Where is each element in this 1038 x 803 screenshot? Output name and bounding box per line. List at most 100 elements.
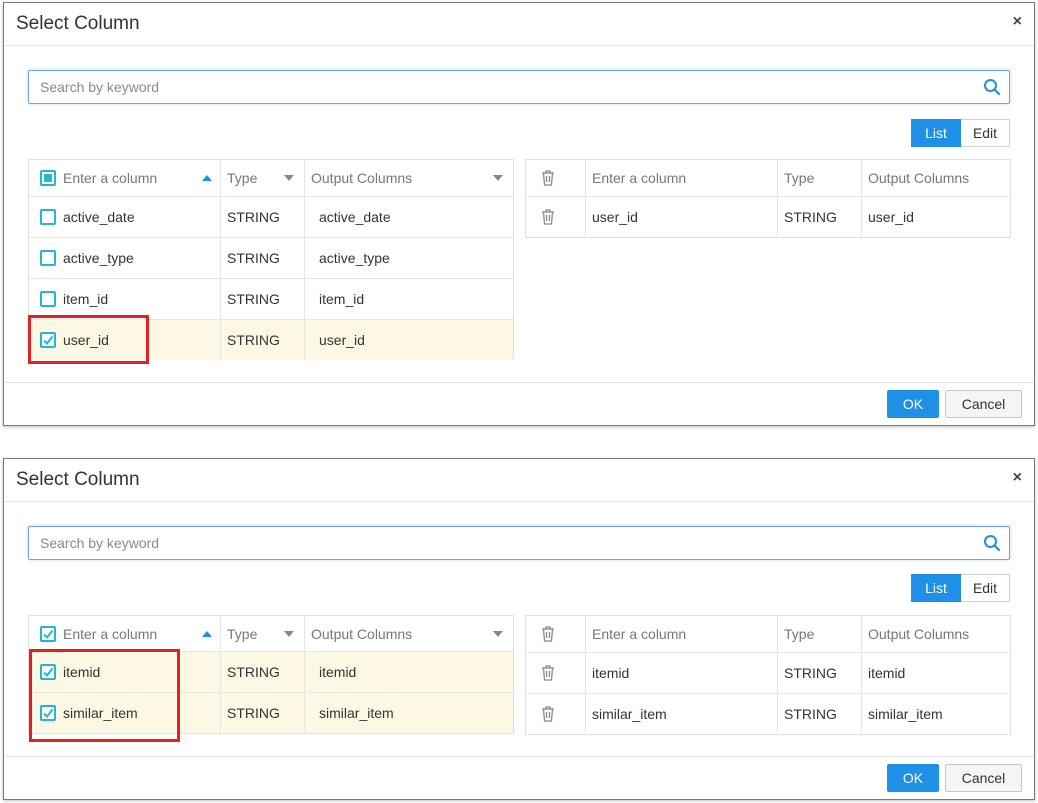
selected-columns-grid: Enter a column Type Output Columns itemi… [525, 615, 1011, 735]
output-header-label: Output Columns [868, 170, 970, 186]
column-type-cell: STRING [221, 652, 305, 692]
output-column-cell: active_type [319, 250, 390, 266]
type-filter-dropdown-icon[interactable] [284, 175, 294, 181]
row-checkbox-checked[interactable] [40, 664, 56, 680]
sort-ascending-icon[interactable] [202, 175, 212, 181]
column-type-cell: STRING [778, 197, 862, 237]
view-toggle: List Edit [911, 119, 1010, 147]
checkmark-icon [43, 708, 54, 719]
dialog-footer: OK Cancel [4, 382, 1034, 425]
close-icon[interactable]: × [1013, 469, 1022, 487]
search-box [28, 70, 1010, 104]
type-header-label: Type [778, 616, 862, 652]
column-type-cell: STRING [221, 197, 305, 237]
output-filter-dropdown-icon[interactable] [493, 175, 503, 181]
output-header-cell[interactable]: Output Columns [305, 160, 513, 196]
list-view-button[interactable]: List [911, 119, 961, 147]
column-header-label: Enter a column [586, 160, 778, 196]
column-header-label: Enter a column [63, 625, 158, 642]
trash-icon[interactable] [540, 169, 556, 187]
row-checkbox-checked[interactable] [40, 705, 56, 721]
type-filter-dropdown-icon[interactable] [284, 630, 294, 637]
grid-header: Enter a column Type Output Columns [29, 160, 513, 197]
type-header-cell[interactable]: Type [221, 160, 305, 196]
cancel-button[interactable]: Cancel [945, 390, 1022, 418]
cancel-button[interactable]: Cancel [945, 764, 1022, 792]
selected-columns-grid: Enter a column Type Output Columns user_… [525, 159, 1011, 238]
table-row-selected[interactable]: user_id STRING user_id [29, 320, 513, 360]
output-filter-dropdown-icon[interactable] [493, 630, 503, 637]
column-header-cell[interactable]: Enter a column [29, 616, 221, 651]
trash-icon[interactable] [540, 664, 556, 682]
column-type-cell: STRING [778, 653, 862, 693]
dialog-title: Select Column [16, 13, 140, 34]
column-type-cell: STRING [221, 279, 305, 319]
delete-all-header-cell [526, 616, 586, 652]
column-name-cell: user_id [29, 320, 221, 360]
table-row-selected[interactable]: similar_item STRING similar_item [29, 693, 513, 733]
trash-icon[interactable] [540, 208, 556, 226]
table-row: similar_item STRING similar_item [526, 694, 1010, 734]
table-row-selected[interactable]: itemid STRING itemid [29, 652, 513, 693]
dialog-title: Select Column [16, 469, 140, 490]
row-checkbox[interactable] [40, 209, 56, 225]
list-view-button[interactable]: List [911, 574, 961, 602]
column-name: active_date [63, 209, 135, 225]
search-input[interactable] [29, 71, 1009, 103]
column-type-cell: STRING [221, 693, 305, 733]
checkmark-icon [43, 335, 54, 346]
table-row: user_id STRING user_id [526, 197, 1010, 237]
type-header-cell[interactable]: Type [221, 616, 305, 651]
column-name-cell: active_type [29, 238, 221, 278]
delete-cell [526, 694, 586, 734]
column-name-cell: similar_item [586, 694, 778, 734]
output-column-cell: user_id [868, 209, 914, 225]
ok-button[interactable]: OK [887, 390, 939, 418]
search-icon[interactable] [983, 78, 1001, 96]
search-input[interactable] [29, 527, 1009, 559]
output-header-cell[interactable]: Output Columns [305, 616, 513, 651]
checkmark-icon [43, 667, 54, 678]
output-column-cell: similar_item [868, 706, 943, 722]
column-type-cell: STRING [778, 694, 862, 734]
column-name-cell: similar_item [29, 693, 221, 733]
row-checkbox[interactable] [40, 250, 56, 266]
column-name-cell: active_date [29, 197, 221, 237]
row-checkbox[interactable] [40, 291, 56, 307]
column-name-cell: user_id [586, 197, 778, 237]
search-icon[interactable] [983, 534, 1001, 552]
grid-header: Enter a column Type Output Columns [29, 616, 513, 652]
output-column-cell: itemid [319, 664, 357, 680]
type-header-label: Type [778, 160, 862, 196]
output-header-label: Output Columns [311, 625, 413, 642]
output-header-label: Output Columns [311, 170, 413, 186]
table-row: itemid STRING itemid [526, 653, 1010, 694]
table-row[interactable]: item_id STRING item_id [29, 279, 513, 320]
ok-button[interactable]: OK [887, 764, 939, 792]
column-header-label: Enter a column [586, 616, 778, 652]
column-type-cell: STRING [221, 238, 305, 278]
edit-view-button[interactable]: Edit [961, 574, 1010, 602]
edit-view-button[interactable]: Edit [961, 119, 1010, 147]
column-header-cell[interactable]: Enter a column [29, 160, 221, 196]
dialog-header: Select Column × [4, 459, 1034, 502]
select-all-checkbox-checked[interactable] [40, 625, 56, 642]
delete-all-header-cell [526, 160, 586, 196]
trash-icon[interactable] [540, 625, 556, 643]
search-box [28, 526, 1010, 560]
table-row[interactable]: active_date STRING active_date [29, 197, 513, 238]
row-checkbox-checked[interactable] [40, 332, 56, 348]
available-columns-grid: Enter a column Type Output Columns itemi… [28, 615, 514, 734]
column-name: similar_item [63, 705, 138, 721]
column-header-label: Enter a column [63, 170, 158, 186]
column-name-cell: itemid [586, 653, 778, 693]
output-column-cell: itemid [868, 665, 906, 681]
select-all-checkbox[interactable] [40, 170, 56, 186]
dialog-header: Select Column × [4, 3, 1034, 46]
grid-header: Enter a column Type Output Columns [526, 160, 1010, 197]
close-icon[interactable]: × [1013, 13, 1022, 31]
trash-icon[interactable] [540, 705, 556, 723]
checkmark-icon [43, 629, 54, 639]
sort-ascending-icon[interactable] [202, 630, 212, 637]
table-row[interactable]: active_type STRING active_type [29, 238, 513, 279]
